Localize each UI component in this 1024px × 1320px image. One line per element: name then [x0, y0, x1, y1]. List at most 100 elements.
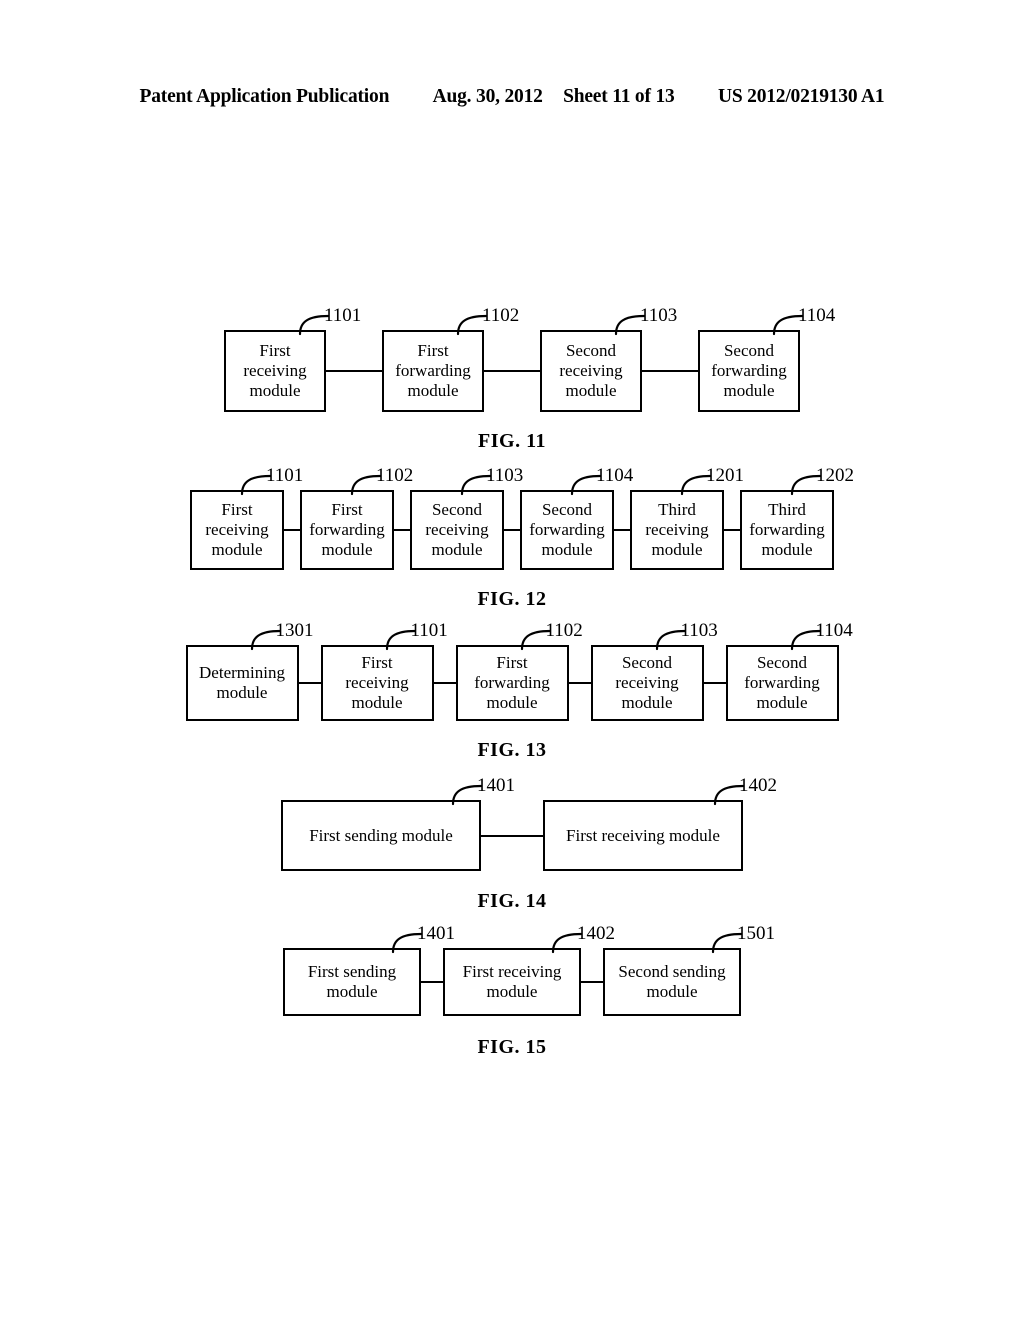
module-box-first-sending: First sending module 1401 [281, 776, 515, 871]
module-box-first-forwarding: First forwarding module 1102 [382, 306, 519, 412]
leader-line-icon [460, 474, 492, 496]
leader-line-icon [385, 629, 416, 651]
figure-caption: FIG. 13 [477, 739, 547, 761]
reference-number: 1102 [545, 620, 583, 641]
figure-13-diagram-row: Determining module 1301 First receiving mod… [0, 621, 1024, 721]
module-box-label: Second receiving module [425, 500, 489, 559]
leader-line-icon [250, 629, 281, 651]
module-box-label: First sending module [307, 962, 397, 1001]
connector-line [394, 529, 410, 531]
reference-number: 1101 [410, 620, 448, 641]
reference-number: 1301 [275, 620, 314, 641]
reference-number: 1401 [417, 923, 455, 944]
reference-number: 1104 [596, 465, 634, 486]
leader-line-icon [520, 629, 551, 651]
leader-line-icon [570, 474, 602, 496]
module-box-third-receiving: Third receiving module 1201 [630, 466, 744, 570]
reference-number: 1202 [816, 465, 854, 486]
reference-number: 1402 [739, 775, 777, 796]
module-box-first-sending: First sending module 1401 [283, 924, 455, 1016]
leader-line-icon [655, 629, 686, 651]
module-box-label: First receiving module [462, 962, 562, 1001]
connector-line [484, 370, 540, 372]
reference-number: 1501 [737, 923, 775, 944]
module-box-first-receiving: First receiving module 1402 [443, 924, 615, 1016]
module-box-label: First forwarding module [395, 341, 471, 400]
module-box-label: Second forwarding module [744, 653, 820, 712]
connector-line [421, 981, 443, 983]
figure-13: Determining module 1301 First receiving mod… [0, 621, 1024, 761]
connector-line [642, 370, 698, 372]
connector-line [433, 682, 456, 684]
module-box-label: Third receiving module [645, 500, 709, 559]
module-box-label: First receiving module [205, 500, 269, 559]
module-box-second-forwarding: Second forwarding module 1104 [698, 306, 835, 412]
module-box-first-receiving: First receiving module 1101 [224, 306, 361, 412]
leader-line-icon [790, 629, 821, 651]
module-box-second-receiving: Second receiving module 1103 [410, 466, 523, 570]
module-box-label: First forwarding module [474, 653, 550, 712]
reference-number: 1104 [815, 620, 853, 641]
module-box-label: Third forwarding module [749, 500, 825, 559]
leader-line-icon [713, 784, 745, 806]
figure-15-diagram-row: First sending module 1401 First receiving… [0, 924, 1024, 1016]
connector-line [614, 529, 630, 531]
connector-line [724, 529, 740, 531]
connector-line [703, 682, 726, 684]
reference-number: 1103 [486, 465, 524, 486]
module-box-label: Second forwarding module [711, 341, 787, 400]
leader-line-icon [711, 932, 743, 954]
figure-caption: FIG. 11 [478, 430, 546, 452]
leader-line-icon [772, 314, 804, 336]
connector-line [326, 370, 382, 372]
figure-11-diagram-row: First receiving module 1101 First forwardin… [0, 306, 1024, 412]
reference-number: 1401 [477, 775, 515, 796]
module-box-first-receiving: First receiving module 1402 [543, 776, 777, 871]
reference-number: 1201 [706, 465, 744, 486]
header-publication-title: Patent Application Publication [139, 86, 390, 107]
header-publication-date: Aug. 30, 2012 [432, 86, 543, 107]
figure-11: First receiving module 1101 First forwardin… [0, 306, 1024, 452]
leader-line-icon [298, 314, 330, 336]
module-box-label: Second forwarding module [529, 500, 605, 559]
figure-12-diagram-row: First receiving module 1101 First forwardin… [0, 466, 1024, 570]
leader-line-icon [614, 314, 646, 336]
module-box-second-sending: Second sending module 1501 [603, 924, 775, 1016]
module-box-label: First receiving module [566, 825, 720, 845]
module-box-determining: Determining module 1301 [185, 621, 314, 721]
module-box-label: Second receiving module [615, 653, 679, 712]
leader-line-icon [451, 784, 483, 806]
figure-15: First sending module 1401 First receiving… [0, 924, 1024, 1058]
header-sheet-number: Sheet 11 of 13 [563, 86, 675, 107]
module-box-first-receiving: First receiving module 1101 [320, 621, 448, 721]
module-box-second-receiving: Second receiving module 1103 [540, 306, 677, 412]
connector-line [284, 529, 300, 531]
module-box-label: First forwarding module [309, 500, 385, 559]
reference-number: 1102 [482, 305, 520, 326]
leader-line-icon [240, 474, 272, 496]
reference-number: 1103 [680, 620, 718, 641]
leader-line-icon [680, 474, 712, 496]
module-box-second-receiving: Second receiving module 1103 [590, 621, 718, 721]
reference-number: 1402 [577, 923, 615, 944]
module-box-first-receiving: First receiving module 1101 [190, 466, 303, 570]
module-box-first-forwarding: First forwarding module 1102 [455, 621, 583, 721]
connector-line [481, 834, 543, 837]
connector-line [504, 529, 520, 531]
connector-line [581, 981, 603, 983]
reference-number: 1104 [798, 305, 836, 326]
reference-number: 1103 [640, 305, 678, 326]
figure-12: First receiving module 1101 First forwardin… [0, 466, 1024, 610]
module-box-label: First receiving module [243, 341, 307, 400]
module-box-first-forwarding: First forwarding module 1102 [300, 466, 413, 570]
leader-line-icon [350, 474, 382, 496]
module-box-label: Second receiving module [559, 341, 623, 400]
figure-caption: FIG. 14 [477, 890, 547, 912]
page-header: Patent Application Publication Aug. 30, … [0, 86, 1024, 108]
leader-line-icon [456, 314, 488, 336]
reference-number: 1102 [376, 465, 414, 486]
leader-line-icon [551, 932, 583, 954]
figure-14: First sending module 1401 First receivin… [0, 776, 1024, 912]
reference-number: 1101 [266, 465, 304, 486]
leader-line-icon [790, 474, 822, 496]
